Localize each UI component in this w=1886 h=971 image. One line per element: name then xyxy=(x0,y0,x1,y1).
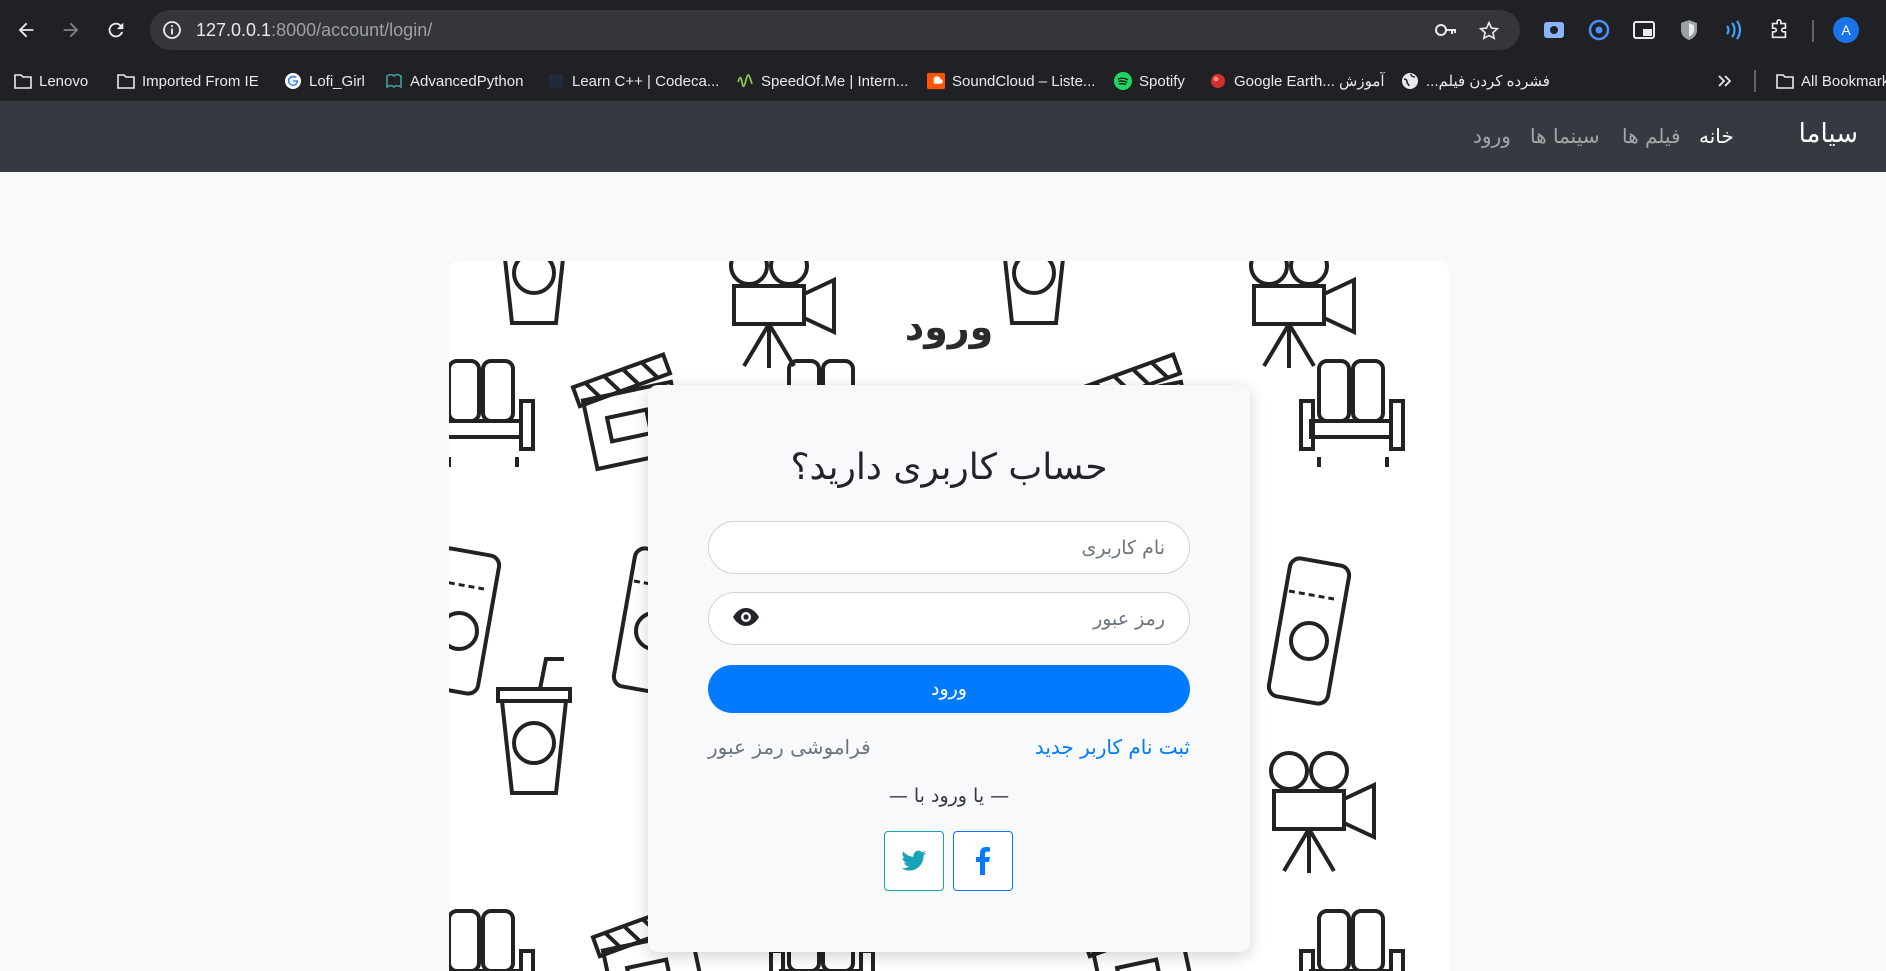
bookmarks-divider xyxy=(1754,70,1756,92)
forgot-password-link[interactable]: فراموشی رمز عبور xyxy=(708,735,871,759)
picture-in-picture-icon[interactable] xyxy=(1632,18,1656,42)
star-icon[interactable] xyxy=(1478,20,1500,46)
speedofme-icon xyxy=(736,72,754,90)
browser-toolbar: 127.0.0.1:8000/account/login/ A xyxy=(0,0,1886,60)
login-form-card: حساب کاربری دارید؟ ورود ثبت نام کاربر جد… xyxy=(648,385,1250,952)
spotify-icon xyxy=(1114,72,1132,90)
globe-icon xyxy=(1401,72,1419,90)
key-icon[interactable] xyxy=(1434,20,1458,44)
bookmarks-bar: Lenovo Imported From IE Lofi_Girl Advanc… xyxy=(0,60,1886,102)
bookmark-lofi-girl[interactable]: Lofi_Girl xyxy=(284,70,365,92)
password-input[interactable] xyxy=(708,592,1190,645)
reload-button[interactable] xyxy=(100,14,132,46)
facebook-login-button[interactable] xyxy=(953,831,1013,891)
page-title: ورود xyxy=(904,305,994,349)
wave-extension-icon[interactable] xyxy=(1722,18,1746,42)
login-heading: حساب کاربری دارید؟ xyxy=(790,447,1108,488)
bookmark-speedofme[interactable]: SpeedOf.Me | Intern... xyxy=(736,70,908,92)
url-text: 127.0.0.1:8000/account/login/ xyxy=(196,20,433,40)
folder-icon xyxy=(14,72,32,90)
nav-films[interactable]: فیلم ها xyxy=(1622,124,1681,148)
back-button[interactable] xyxy=(10,14,42,46)
bookmark-lenovo[interactable]: Lenovo xyxy=(14,70,88,92)
puzzle-extensions-icon[interactable] xyxy=(1767,18,1791,42)
folder-icon xyxy=(117,72,135,90)
bookmark-soundcloud[interactable]: SoundCloud – Liste... xyxy=(927,70,1095,92)
bookmark-google-earth[interactable]: آموزش ...Google Earth xyxy=(1209,70,1385,92)
arrow-left-icon xyxy=(18,22,34,38)
bookmark-learn-cpp[interactable]: Learn C++ | Codeca... xyxy=(547,70,719,92)
reload-icon xyxy=(108,22,124,38)
login-submit-button[interactable]: ورود xyxy=(708,665,1190,713)
google-icon xyxy=(284,72,302,90)
nav-login[interactable]: ورود xyxy=(1473,124,1511,148)
bookmark-spotify[interactable]: Spotify xyxy=(1114,70,1185,92)
forward-button[interactable] xyxy=(55,14,87,46)
double-chevron-right-icon xyxy=(1716,72,1734,90)
twitter-login-button[interactable] xyxy=(884,831,944,891)
bookmarks-overflow-button[interactable] xyxy=(1716,70,1734,92)
register-link[interactable]: ثبت نام کاربر جدید xyxy=(1035,735,1190,759)
bookmark-video-compress[interactable]: فشرده کردن فیلم... xyxy=(1401,70,1550,92)
address-bar[interactable]: 127.0.0.1:8000/account/login/ xyxy=(150,10,1520,50)
folder-icon xyxy=(1776,72,1794,90)
facebook-icon xyxy=(976,847,990,875)
all-bookmarks-folder[interactable]: All Bookmarks xyxy=(1776,70,1886,92)
site-info-icon[interactable] xyxy=(162,20,182,44)
bookmark-imported-from-ie[interactable]: Imported From IE xyxy=(117,70,259,92)
screenshot-extension-icon[interactable] xyxy=(1542,18,1566,42)
google-earth-icon xyxy=(1209,72,1227,90)
site-brand[interactable]: سیاما xyxy=(1799,119,1858,149)
site-navbar: سیاما خانه فیلم ها سینما ها ورود xyxy=(0,102,1886,172)
username-input[interactable] xyxy=(708,521,1190,574)
eye-icon[interactable] xyxy=(732,607,760,627)
toolbar-divider xyxy=(1812,20,1814,42)
site-icon xyxy=(385,72,403,90)
circle-extension-icon[interactable] xyxy=(1587,18,1611,42)
bookmark-advanced-python[interactable]: AdvancedPython xyxy=(385,70,523,92)
arrow-right-icon xyxy=(63,22,79,38)
or-login-with-label: — یا ورود با — xyxy=(888,785,1010,807)
nav-cinemas[interactable]: سینما ها xyxy=(1530,124,1599,148)
nav-home[interactable]: خانه xyxy=(1699,124,1734,148)
shield-extension-icon[interactable] xyxy=(1677,18,1701,42)
profile-avatar[interactable]: A xyxy=(1833,17,1859,43)
codecademy-icon xyxy=(547,72,565,90)
twitter-icon xyxy=(901,850,926,871)
soundcloud-icon xyxy=(927,72,945,90)
